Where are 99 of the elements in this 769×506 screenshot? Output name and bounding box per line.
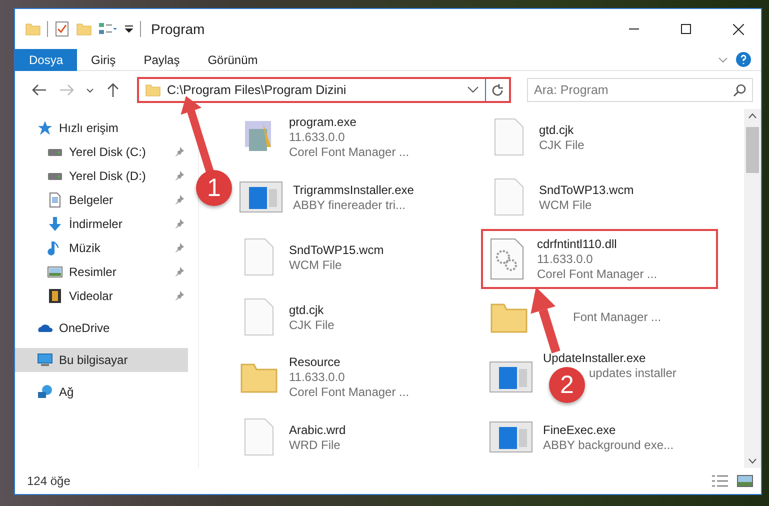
file-tile[interactable]: program.exe 11.633.0.0 Corel Font Manager ... [233, 109, 483, 165]
ribbon-tab[interactable]: Dosya [15, 49, 78, 71]
step-number-badge: 2 [549, 367, 585, 403]
document-icon [47, 192, 63, 208]
close-icon [732, 24, 744, 34]
chevron-down-icon[interactable] [467, 86, 479, 94]
down-arrow-icon [47, 216, 63, 232]
file-tile[interactable]: Arabic.wrd WRD File [233, 409, 483, 465]
sidebar-item[interactable]: İndirmeler [15, 212, 188, 236]
search-field[interactable]: Ara: Program [527, 78, 753, 102]
sidebar-item[interactable]: Hızlı erişim [15, 116, 188, 140]
film-icon [47, 288, 63, 304]
file-tile[interactable]: gtd.cjk CJK File [233, 289, 483, 345]
help-button[interactable] [733, 50, 753, 70]
file-tile[interactable]: Resource 11.633.0.0 Corel Font Manager ... [233, 349, 483, 405]
folder-icon [25, 21, 41, 37]
file-detail: Corel Font Manager ... [537, 267, 658, 281]
file-name: gtd.cjk [289, 302, 325, 316]
scrollbar[interactable] [744, 109, 761, 468]
file-detail: Corel Font Manager ... [289, 145, 410, 159]
chevron-down-icon [718, 56, 728, 62]
window-icon [489, 419, 533, 455]
file-name: SndToWP15.wcm [289, 242, 384, 256]
file-detail: 11.633.0.0 [537, 252, 594, 266]
file-detail: Corel Font Manager ... [289, 385, 410, 399]
sidebar-item[interactable]: Müzik [15, 236, 188, 260]
window-icon [239, 179, 283, 215]
ribbon-tab[interactable]: Paylaş [130, 49, 194, 71]
file-tile[interactable]: TrigrammsInstaller.exe ABBY finereader tri... [233, 169, 483, 225]
address-bar[interactable]: C:\Program Files\Program Dizini [137, 77, 511, 103]
file-tile[interactable]: Font Manager ... [483, 289, 733, 345]
folder-icon [145, 82, 161, 98]
file-tile[interactable]: SndToWP13.wcm WCM File [483, 169, 733, 225]
sidebar-item[interactable]: OneDrive [15, 316, 188, 340]
sidebar-item[interactable]: Bu bilgisayar [15, 348, 188, 372]
drive-icon [47, 172, 63, 180]
view-options-icon [98, 21, 118, 37]
pin-icon [174, 291, 184, 301]
file-detail: updates installer [589, 366, 676, 380]
file-tile[interactable]: SndToWP15.wcm WCM File [233, 229, 483, 285]
item-count: 124 öğe [27, 474, 72, 488]
pin-icon [174, 243, 184, 253]
folder-icon [76, 21, 92, 37]
file-detail: WCM File [539, 198, 593, 212]
file-detail: CJK File [289, 318, 334, 332]
arrow [530, 287, 560, 354]
help-icon [736, 52, 750, 67]
star-icon [37, 120, 53, 136]
file-name: UpdateInstaller.exe [543, 351, 647, 365]
picture-icon [47, 264, 63, 280]
file-detail: CJK File [539, 138, 584, 152]
up-arrow-icon [107, 83, 119, 97]
file-name: SndToWP13.wcm [539, 182, 634, 196]
forward-arrow-icon [60, 84, 74, 96]
file-name: gtd.cjk [539, 122, 575, 136]
sidebar-item[interactable]: Yerel Disk (C:) [15, 140, 188, 164]
file-detail: 11.633.0.0 [289, 370, 346, 384]
file-detail: 11.633.0.0 [289, 130, 346, 144]
pin-icon [174, 195, 184, 205]
file-detail: ABBY background exe... [543, 438, 674, 452]
file-tile[interactable]: FineExec.exe ABBY background exe... [483, 409, 733, 465]
network-icon [37, 384, 53, 400]
search-icon [733, 84, 746, 97]
maximize-icon [681, 24, 691, 34]
back-arrow-icon [32, 84, 46, 96]
pin-icon [174, 147, 184, 157]
file-detail: Font Manager ... [573, 310, 662, 324]
sidebar-item[interactable]: Yerel Disk (D:) [15, 164, 188, 188]
pin-icon [174, 171, 184, 181]
window-icon [489, 359, 533, 395]
file-tile[interactable]: gtd.cjk CJK File [483, 109, 733, 165]
pin-icon [174, 219, 184, 229]
large-icons-view-icon[interactable] [737, 474, 753, 488]
computer-icon [37, 352, 53, 368]
file-name: FineExec.exe [543, 422, 617, 436]
file-name: program.exe [289, 115, 358, 129]
scrollbar-thumb[interactable] [746, 127, 759, 173]
ribbon-tab[interactable]: Giriş [77, 49, 130, 71]
sidebar-item[interactable]: Resimler [15, 260, 188, 284]
checklist-icon [54, 21, 70, 37]
file-tile[interactable]: cdrfntintl110.dll 11.633.0.0 Corel Font Manager ... [481, 229, 718, 289]
sidebar-item[interactable]: Belgeler [15, 188, 188, 212]
file-name: Arabic.wrd [289, 422, 346, 436]
file-detail: WCM File [289, 258, 343, 272]
window-title: Program [151, 21, 206, 37]
file-name: Resource [289, 355, 342, 369]
details-view-icon[interactable] [711, 474, 729, 488]
file-detail: WRD File [289, 438, 342, 452]
chevron-down-icon [86, 88, 94, 92]
drive-icon [47, 148, 63, 156]
ribbon-tab[interactable]: Görünüm [194, 49, 272, 71]
file-name: cdrfntintl110.dll [537, 237, 618, 251]
pin-icon [174, 267, 184, 277]
sidebar-item[interactable]: Videolar [15, 284, 188, 308]
file-detail: ABBY finereader tri... [293, 198, 406, 212]
file-name: TrigrammsInstaller.exe [293, 182, 414, 196]
sidebar-item[interactable]: Ağ [15, 380, 188, 404]
refresh-icon [491, 84, 504, 96]
file-tile[interactable]: UpdateInstaller.exe 2 updates installer [483, 349, 733, 405]
